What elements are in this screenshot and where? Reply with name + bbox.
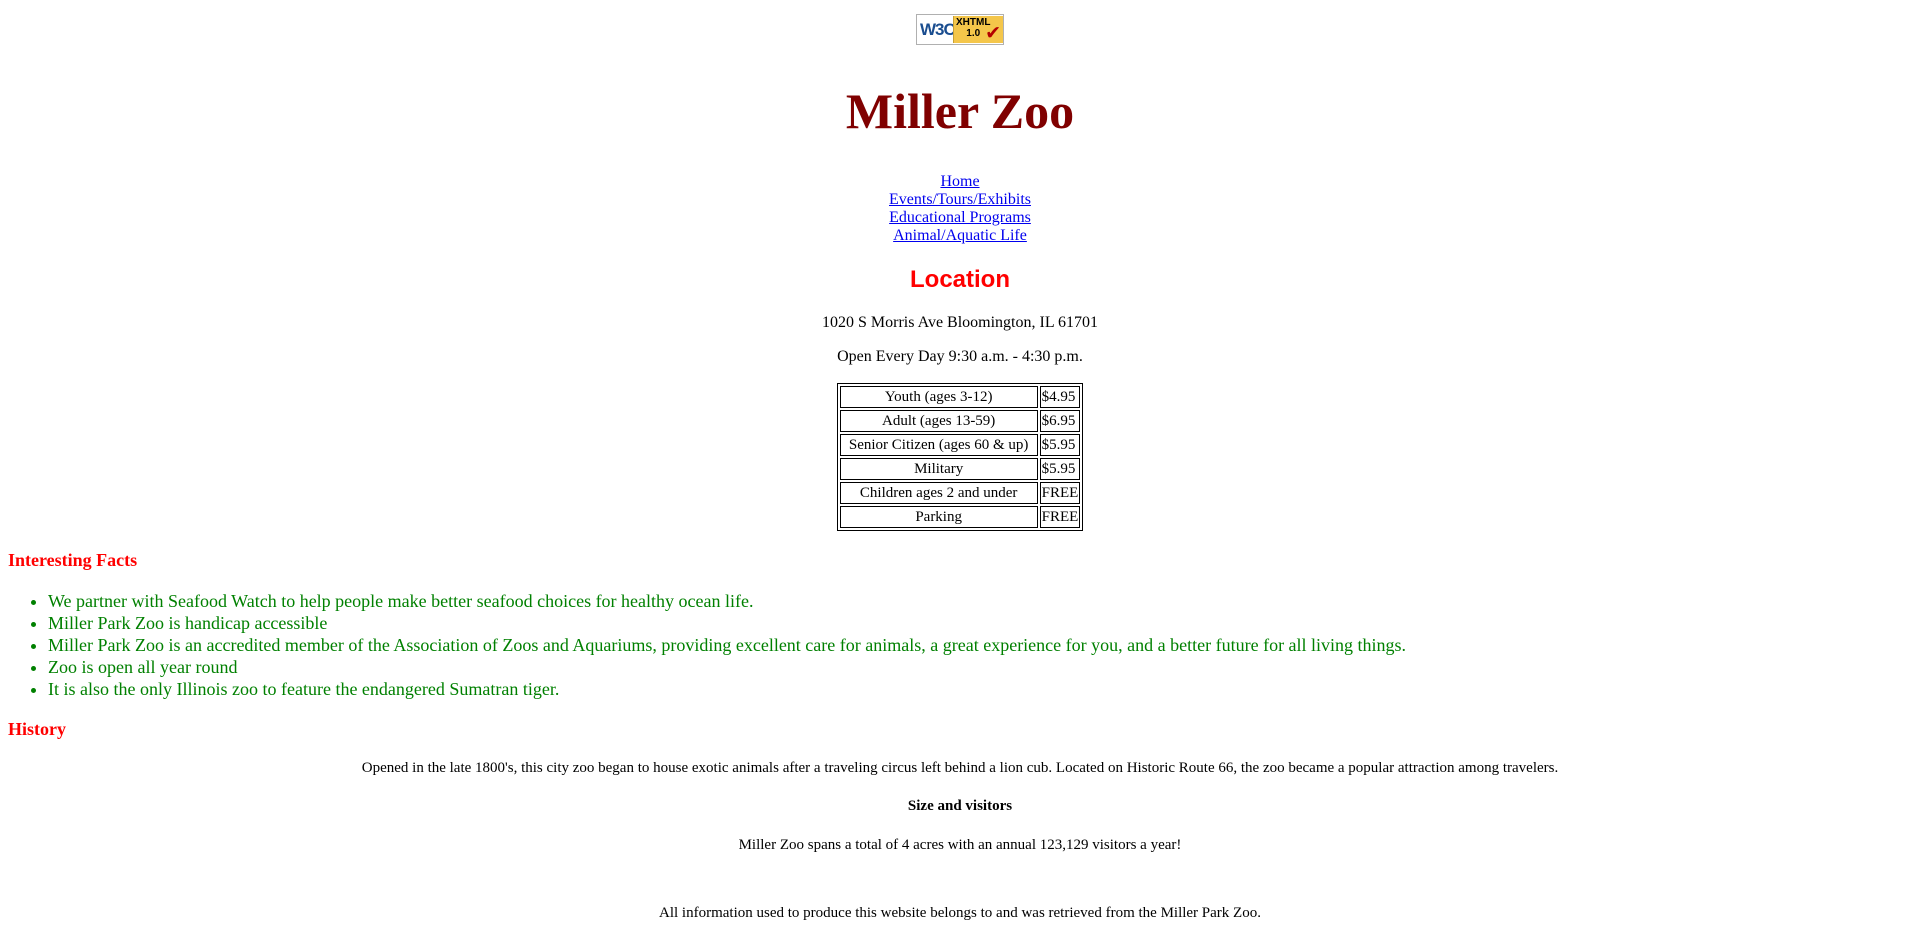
price-category: Senior Citizen (ages 60 & up)	[839, 434, 1038, 456]
table-row: Military $5.95	[839, 458, 1081, 480]
nav-link-animal-life[interactable]: Animal/Aquatic Life	[893, 227, 1027, 245]
nav-link-educational-programs[interactable]: Educational Programs	[889, 209, 1031, 227]
xhtml-label-box: XHTML 1.0 ✔	[953, 16, 1003, 44]
site-title: Miller Zoo	[845, 83, 1075, 139]
address-text: 1020 S Morris Ave Bloomington, IL 61701	[822, 314, 1098, 331]
history-text: Opened in the late 1800's, this city zoo…	[361, 760, 1559, 776]
price-value: $5.95	[1039, 458, 1081, 480]
footer-text: All information used to produce this web…	[659, 905, 1261, 921]
hours-text: Open Every Day 9:30 a.m. - 4:30 p.m.	[837, 348, 1083, 365]
history-heading: History	[8, 719, 66, 739]
facts-list: We partner with Seafood Watch to help pe…	[0, 590, 1406, 700]
w3c-logo-text: W3C	[920, 20, 956, 39]
price-value: $5.95	[1039, 434, 1081, 456]
w3c-xhtml-badge[interactable]: W3C XHTML 1.0 ✔	[916, 14, 1004, 45]
price-value: FREE	[1039, 506, 1081, 528]
price-value: FREE	[1039, 482, 1081, 504]
size-heading: Size and visitors	[907, 798, 1013, 814]
nav-link-events[interactable]: Events/Tours/Exhibits	[889, 191, 1031, 209]
facts-heading: Interesting Facts	[8, 550, 138, 570]
table-row: Youth (ages 3-12) $4.95	[839, 386, 1081, 408]
checkmark-icon: ✔	[985, 22, 1001, 44]
list-item: We partner with Seafood Watch to help pe…	[48, 590, 1406, 612]
table-row: Children ages 2 and under FREE	[839, 482, 1081, 504]
list-item: Miller Park Zoo is an accredited member …	[48, 634, 1406, 656]
price-category: Youth (ages 3-12)	[839, 386, 1038, 408]
main-nav: Home Events/Tours/Exhibits Educational P…	[0, 173, 1920, 245]
price-value: $6.95	[1039, 410, 1081, 432]
list-item: It is also the only Illinois zoo to feat…	[48, 678, 1406, 700]
price-category: Parking	[839, 506, 1038, 528]
price-table: Youth (ages 3-12) $4.95 Adult (ages 13-5…	[836, 383, 1084, 531]
nav-link-home[interactable]: Home	[940, 173, 979, 191]
xhtml-version: 1.0	[966, 28, 981, 39]
location-heading: Location	[910, 266, 1010, 293]
table-row: Adult (ages 13-59) $6.95	[839, 410, 1081, 432]
price-category: Adult (ages 13-59)	[839, 410, 1038, 432]
list-item: Miller Park Zoo is handicap accessible	[48, 612, 1406, 634]
price-category: Military	[839, 458, 1038, 480]
price-category: Children ages 2 and under	[839, 482, 1038, 504]
price-value: $4.95	[1039, 386, 1081, 408]
table-row: Parking FREE	[839, 506, 1081, 528]
badge-container: W3C XHTML 1.0 ✔	[0, 14, 1920, 45]
size-text: Miller Zoo spans a total of 4 acres with…	[738, 837, 1182, 853]
table-row: Senior Citizen (ages 60 & up) $5.95	[839, 434, 1081, 456]
price-table-container: Youth (ages 3-12) $4.95 Adult (ages 13-5…	[0, 383, 1920, 531]
list-item: Zoo is open all year round	[48, 656, 1406, 678]
